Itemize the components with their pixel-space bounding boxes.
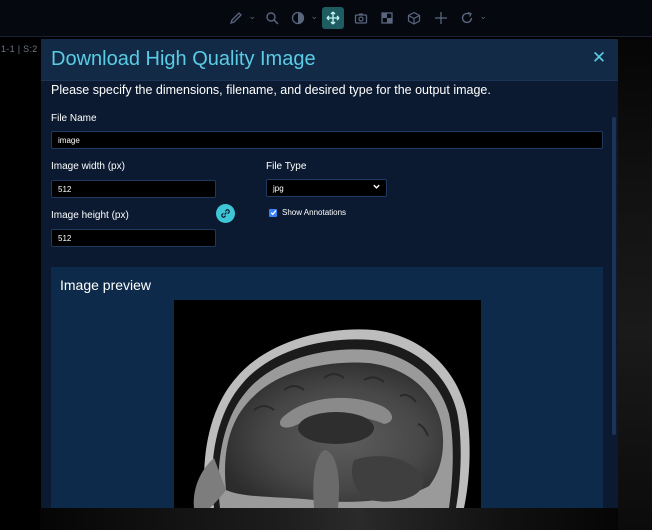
chevron-down-icon (372, 182, 381, 193)
preview-title: Image preview (60, 277, 152, 293)
download-image-modal: Download High Quality Image ✕ Please spe… (41, 39, 618, 508)
show-annotations-option[interactable]: Show Annotations (269, 208, 346, 217)
crosshair-icon[interactable] (430, 7, 452, 29)
search-icon[interactable] (261, 7, 283, 29)
pan-icon[interactable] (322, 7, 344, 29)
chevron-down-icon[interactable]: ⌄ (310, 11, 318, 22)
cube-icon[interactable] (403, 7, 425, 29)
modal-title: Download High Quality Image (51, 48, 316, 70)
viewport-image-edge (40, 508, 618, 530)
image-width-label: Image width (px) (51, 161, 125, 172)
file-name-label: File Name (51, 113, 97, 124)
image-preview-panel: Image preview (51, 267, 603, 508)
image-height-input[interactable] (51, 229, 216, 247)
file-name-input[interactable] (51, 131, 603, 149)
image-width-input[interactable] (51, 180, 216, 198)
link-icon (220, 208, 231, 219)
mri-preview-image (174, 300, 481, 508)
show-annotations-label: Show Annotations (282, 208, 347, 217)
file-type-value: jpg (273, 184, 284, 193)
modal-header: Download High Quality Image ✕ (41, 39, 618, 81)
image-height-label: Image height (px) (51, 210, 129, 221)
reset-icon[interactable]: ⌄ (456, 7, 487, 29)
chevron-down-icon[interactable]: ⌄ (479, 11, 487, 22)
instructions-text: Please specify the dimensions, filename,… (51, 83, 491, 97)
chevron-down-icon[interactable]: ⌄ (248, 11, 256, 22)
viewport-image-edge (618, 37, 652, 530)
show-annotations-checkbox[interactable] (269, 208, 277, 217)
file-type-label: File Type (266, 161, 307, 172)
viewport-label: 1-1 | S:2 (1, 44, 38, 54)
contrast-icon[interactable]: ⌄ (287, 7, 318, 29)
close-icon[interactable]: ✕ (590, 49, 608, 67)
viewer-toolbar: ⌄ ⌄ ⌄ (0, 0, 652, 37)
pencil-icon[interactable]: ⌄ (225, 7, 256, 29)
lock-aspect-ratio-button[interactable] (216, 204, 235, 223)
camera-icon[interactable] (350, 7, 372, 29)
grid-icon[interactable] (376, 7, 398, 29)
modal-scrollbar[interactable] (612, 117, 616, 435)
file-type-select[interactable]: jpg (266, 179, 387, 197)
